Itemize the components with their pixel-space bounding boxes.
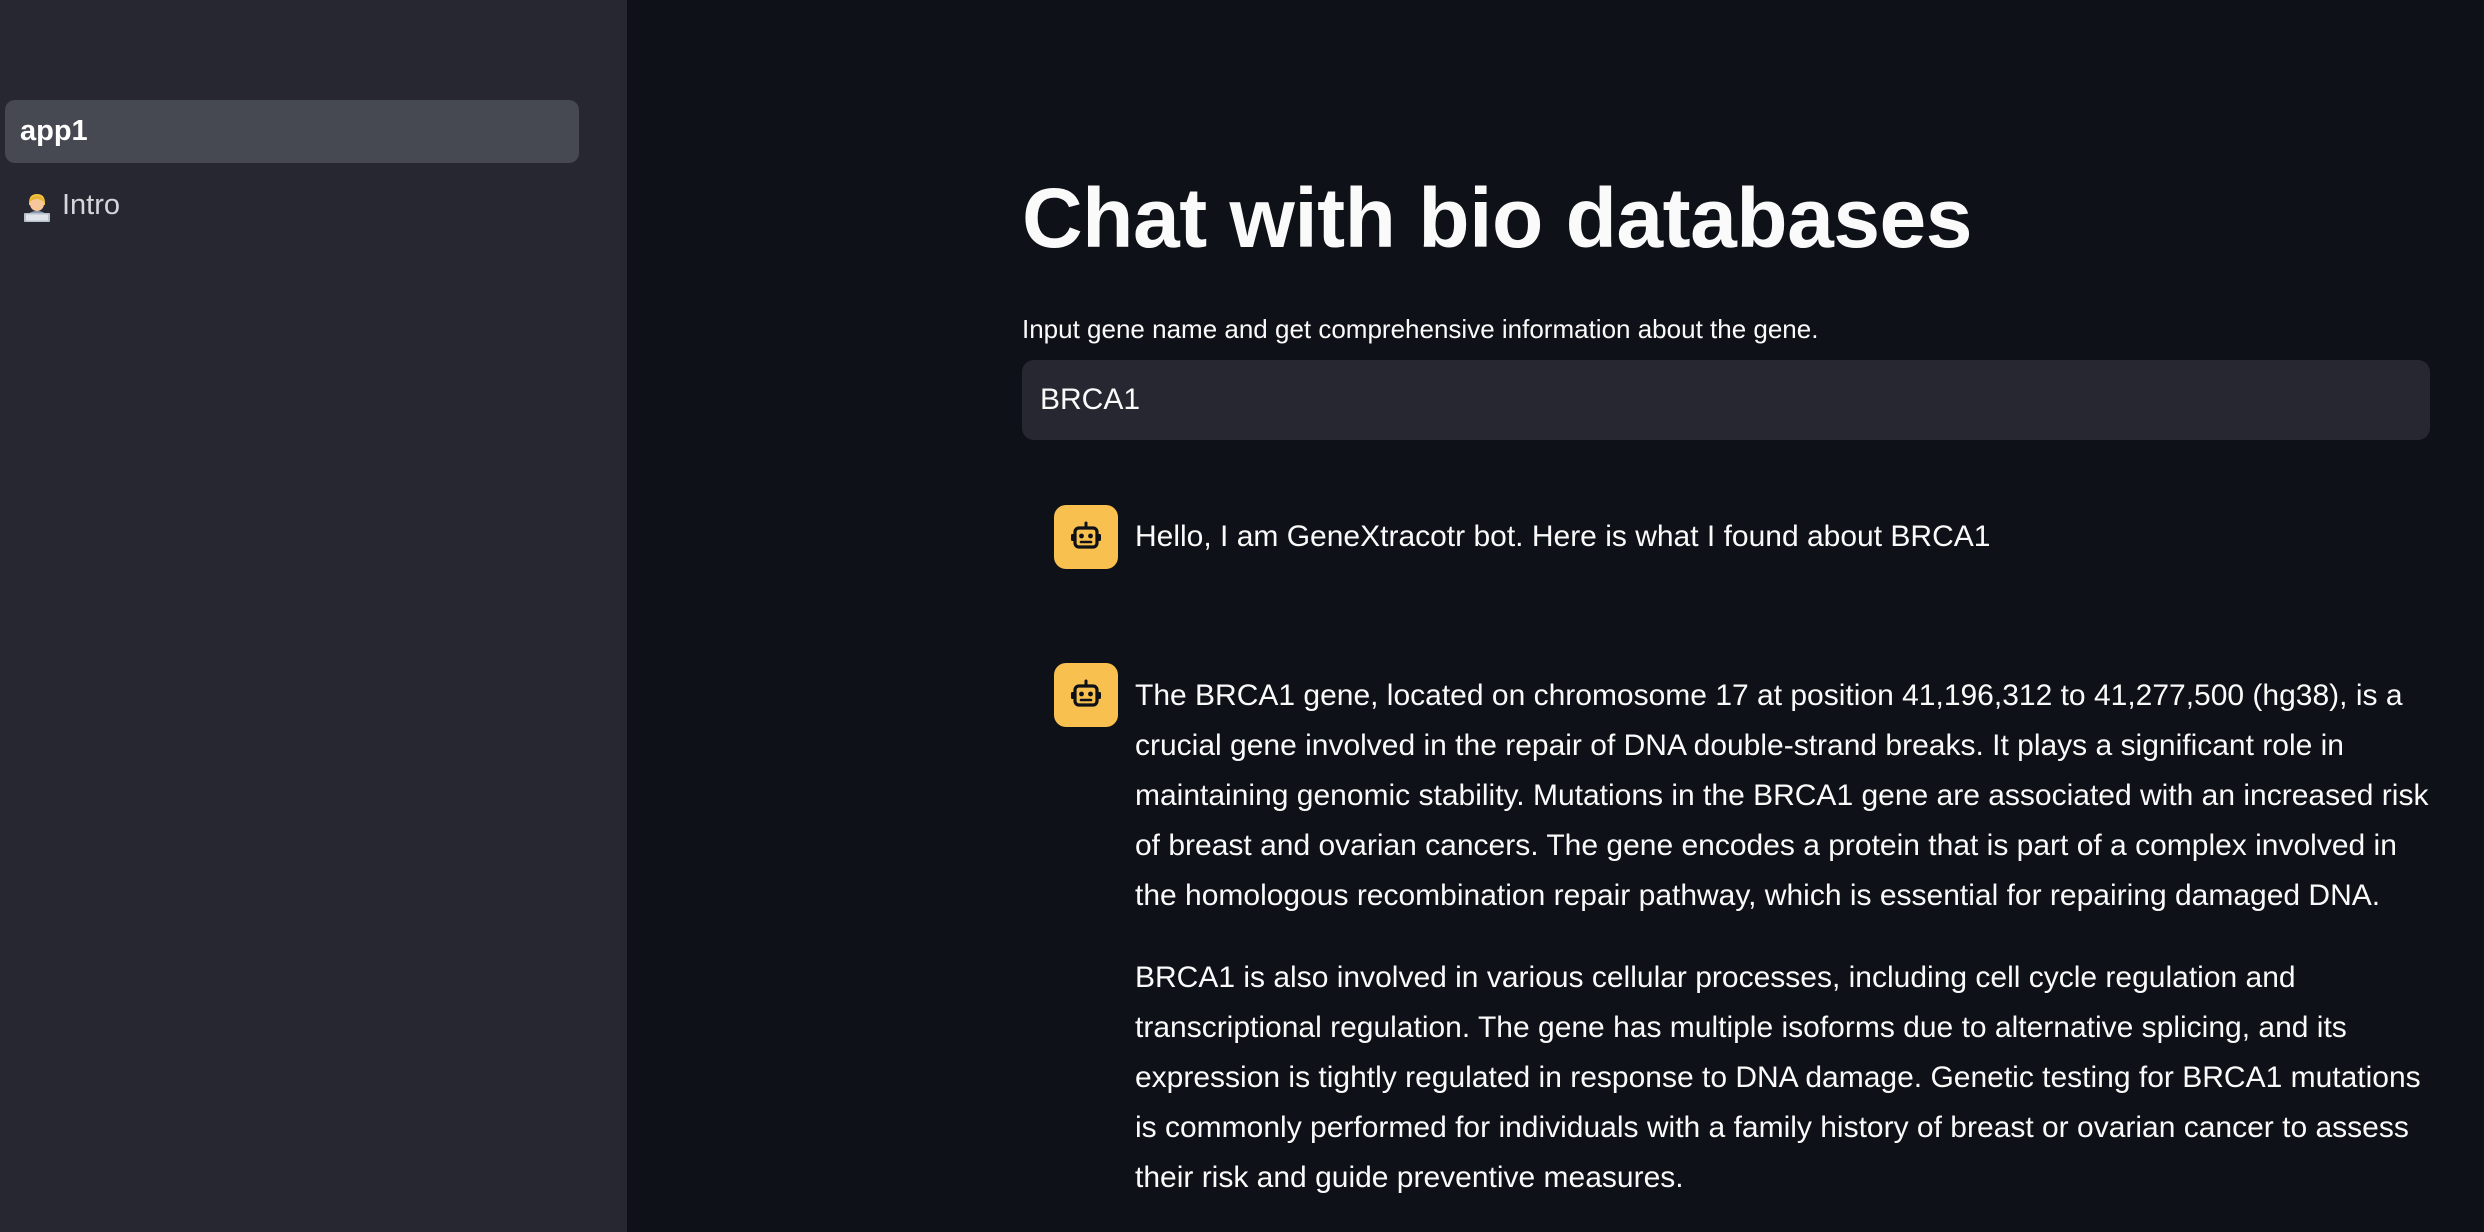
message-paragraph: Hello, I am GeneXtracotr bot. Here is wh…: [1135, 520, 1991, 553]
sidebar-item-app1[interactable]: app1: [5, 100, 579, 163]
gene-input-label: Input gene name and get comprehensive in…: [1022, 314, 1819, 344]
sidebar-item-label: app1: [20, 115, 88, 147]
page-title: Chat with bio databases: [1022, 171, 1973, 265]
main-content: Chat with bio databases Input gene name …: [627, 0, 2484, 1232]
sidebar: app1 Intro: [0, 0, 627, 1232]
chat-message-text: The BRCA1 gene, located on chromosome 17…: [1135, 671, 2430, 1203]
robot-icon: [1054, 505, 1118, 569]
app-window: app1 Intro Chat with bio databases Input…: [0, 0, 2484, 1232]
person-at-laptop-emoji-icon: [20, 189, 54, 223]
sidebar-item-label: Intro: [62, 189, 121, 221]
sidebar-item-intro[interactable]: Intro: [5, 174, 579, 237]
robot-icon: [1054, 663, 1118, 727]
message-paragraph: The BRCA1 gene, located on chromosome 17…: [1135, 679, 2429, 912]
gene-name-input[interactable]: [1022, 360, 2430, 440]
chat-message-text: Hello, I am GeneXtracotr bot. Here is wh…: [1135, 512, 2430, 562]
message-paragraph: BRCA1 is also involved in various cellul…: [1135, 961, 2421, 1194]
